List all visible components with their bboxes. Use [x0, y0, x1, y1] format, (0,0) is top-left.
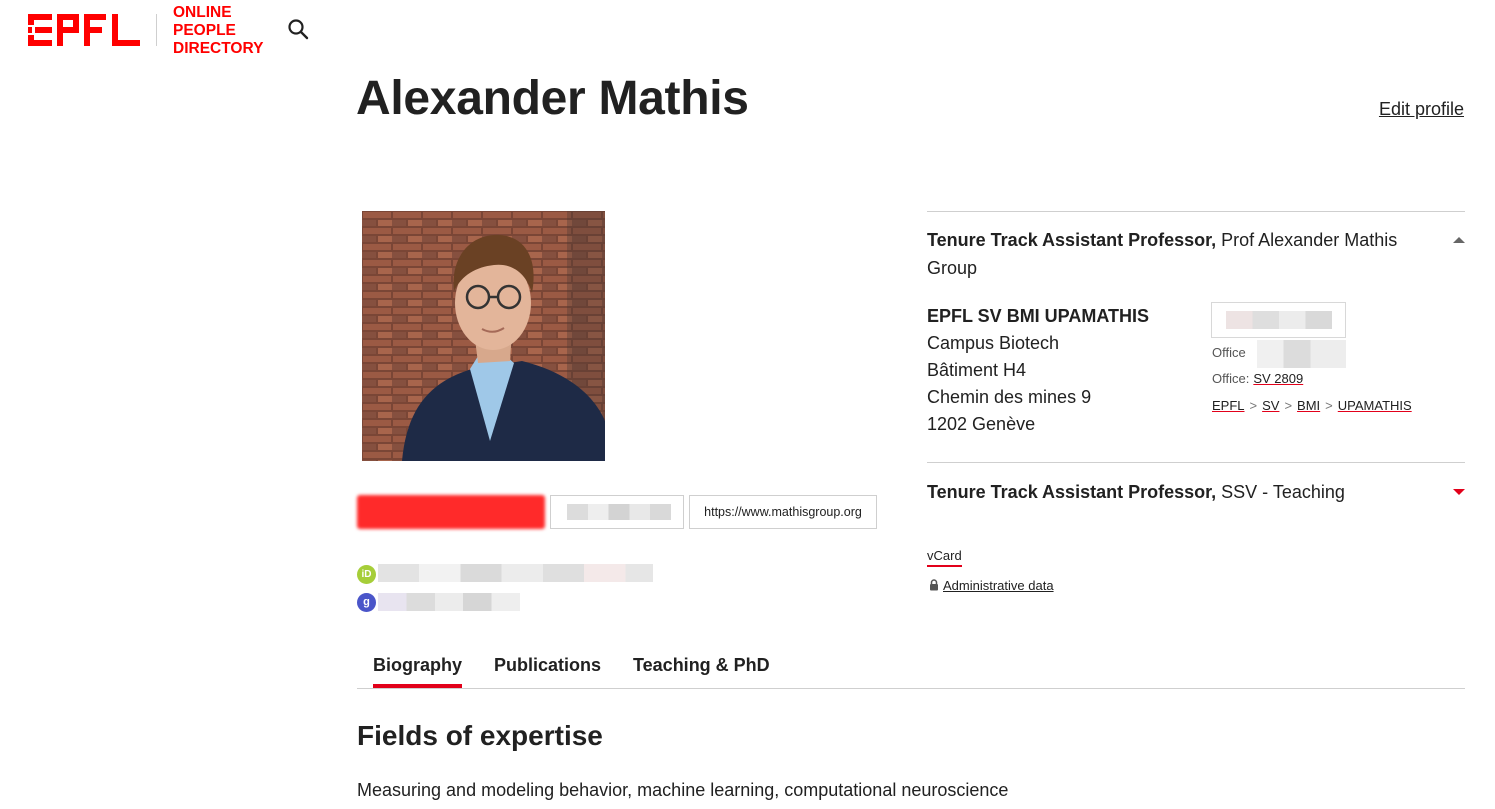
profile-tabs: Biography Publications Teaching & PhD — [357, 650, 1465, 689]
address-block: EPFL SV BMI UPAMATHIS Campus Biotech Bât… — [927, 303, 1149, 438]
expand-chevron-down-icon[interactable] — [1453, 489, 1465, 495]
redacted-phone-field[interactable] — [1211, 302, 1346, 338]
position-2-heading[interactable]: Tenure Track Assistant Professor, SSV - … — [927, 478, 1437, 506]
divider — [927, 211, 1465, 212]
redacted-scholar-link[interactable] — [378, 593, 520, 611]
address-line: Chemin des mines 9 — [927, 387, 1092, 407]
vcard-link[interactable]: vCard — [927, 548, 962, 567]
edit-profile-link[interactable]: Edit profile — [1379, 99, 1464, 120]
tab-biography[interactable]: Biography — [373, 655, 463, 688]
breadcrumb-sv[interactable]: SV — [1262, 398, 1279, 413]
expertise-text: Measuring and modeling behavior, machine… — [357, 780, 1009, 800]
tab-teaching-phd[interactable]: Teaching & PhD — [633, 655, 770, 684]
redacted-orcid-link[interactable] — [378, 564, 653, 582]
search-icon[interactable] — [287, 18, 309, 40]
logo-divider — [156, 14, 157, 46]
position-1-heading[interactable]: Tenure Track Assistant Professor, Prof A… — [927, 226, 1437, 282]
position-unit: SSV - Teaching — [1221, 482, 1345, 502]
epfl-logo[interactable] — [28, 14, 140, 46]
collapse-chevron-up-icon[interactable] — [1453, 237, 1465, 243]
position-title: Tenure Track Assistant Professor, — [927, 482, 1217, 502]
administrative-data-link[interactable]: Administrative data — [943, 578, 1054, 593]
breadcrumb-separator: > — [1249, 398, 1258, 413]
office-room-link[interactable]: SV 2809 — [1253, 371, 1303, 386]
address-unit: EPFL SV BMI UPAMATHIS — [927, 306, 1150, 326]
page-title: Alexander Mathis — [356, 72, 749, 125]
tab-publications[interactable]: Publications — [494, 655, 601, 684]
address-line: Bâtiment H4 — [927, 360, 1027, 380]
orcid-icon[interactable]: iD — [357, 565, 376, 584]
website-button[interactable]: https://www.mathisgroup.org — [689, 495, 877, 529]
breadcrumb-upamathis[interactable]: UPAMATHIS — [1338, 398, 1412, 413]
breadcrumb-bmi[interactable]: BMI — [1297, 398, 1320, 413]
redacted-text — [567, 504, 671, 520]
redacted-text — [1226, 311, 1332, 329]
site-name-line: ONLINE — [173, 4, 232, 21]
lock-icon — [930, 579, 938, 591]
office-row: Office: SV 2809 — [1212, 371, 1303, 386]
divider — [927, 462, 1465, 463]
site-name-line: PEOPLE — [173, 22, 236, 39]
site-name-line: DIRECTORY — [173, 40, 264, 57]
position-title: Tenure Track Assistant Professor, — [927, 230, 1217, 250]
address-line: Campus Biotech — [927, 333, 1060, 353]
administrative-data-row: Administrative data — [929, 578, 1054, 593]
office-label-colon: Office: — [1212, 371, 1250, 386]
breadcrumb-separator: > — [1325, 398, 1333, 413]
breadcrumb-separator: > — [1284, 398, 1293, 413]
address-line: 1202 Genève — [927, 414, 1036, 434]
redacted-email-button[interactable] — [357, 495, 545, 529]
unit-breadcrumb: EPFL > SV > BMI > UPAMATHIS — [1212, 398, 1412, 413]
site-name[interactable]: ONLINE PEOPLE DIRECTORY — [173, 4, 263, 58]
google-scholar-icon[interactable]: g — [357, 593, 376, 612]
section-title: Fields of expertise — [357, 720, 603, 751]
breadcrumb-epfl[interactable]: EPFL — [1212, 398, 1245, 413]
redacted-phone-button[interactable] — [550, 495, 684, 529]
profile-photo — [362, 211, 605, 461]
redacted-office-value — [1257, 340, 1346, 368]
office-label: Office — [1212, 345, 1246, 360]
